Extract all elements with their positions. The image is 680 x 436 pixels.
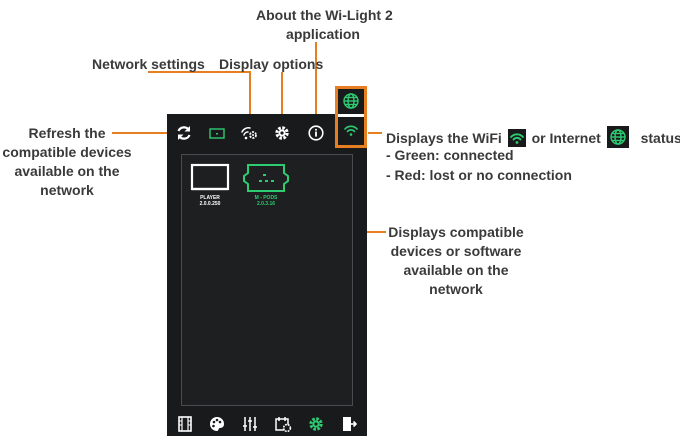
gear-icon[interactable] bbox=[273, 124, 291, 142]
display-icon[interactable] bbox=[208, 124, 226, 142]
globe-icon[interactable] bbox=[341, 91, 361, 111]
display-options-annotation: Display options bbox=[219, 56, 324, 72]
status-indicator-box bbox=[335, 86, 367, 148]
bottom-toolbar bbox=[167, 412, 367, 436]
exit-icon[interactable] bbox=[340, 415, 358, 433]
network-settings-icon[interactable] bbox=[240, 124, 258, 142]
info-icon[interactable] bbox=[307, 124, 325, 142]
about-line-2: application bbox=[286, 26, 360, 42]
status-or: or Internet bbox=[531, 130, 601, 146]
refresh-line-1: Refresh the bbox=[28, 125, 106, 141]
wifi-legend-icon bbox=[507, 129, 526, 147]
about-line-1: About the Wi-Light 2 bbox=[256, 7, 393, 23]
red-legend: - Red: lost or no connection bbox=[386, 167, 572, 183]
monitor-icon bbox=[190, 163, 230, 191]
pods-controller-icon bbox=[243, 164, 289, 192]
device-player[interactable]: PLAYER 2.0.0.250 bbox=[190, 163, 230, 207]
device-m-pods[interactable]: M - PODS 2.0.3.16 bbox=[242, 163, 290, 207]
refresh-annotation: Refresh the compatible devices available… bbox=[0, 124, 134, 200]
gear-icon[interactable] bbox=[307, 415, 325, 433]
status-prefix: Displays the WiFi bbox=[386, 130, 502, 146]
compatible-line-4: network bbox=[429, 281, 483, 297]
status-suffix: status bbox=[640, 130, 680, 146]
calendar-settings-icon[interactable] bbox=[274, 415, 292, 433]
compatible-annotation: Displays compatible devices or software … bbox=[388, 223, 524, 299]
wifi-icon[interactable] bbox=[342, 121, 360, 139]
devices-panel: PLAYER 2.0.0.250 M - PODS 2.0.3.16 bbox=[181, 154, 353, 406]
sliders-icon[interactable] bbox=[241, 415, 259, 433]
globe-legend-icon bbox=[606, 126, 629, 148]
network-settings-annotation: Network settings bbox=[92, 56, 205, 72]
compatible-line-3: available on the bbox=[403, 262, 509, 278]
about-annotation: About the Wi-Light 2 application bbox=[256, 6, 393, 44]
refresh-line-4: network bbox=[40, 182, 94, 198]
device-version: 2.0.0.250 bbox=[199, 201, 221, 207]
compatible-line-2: devices or software bbox=[390, 243, 522, 259]
status-annotation: Displays the WiFi or Internet status bbox=[386, 126, 680, 148]
palette-icon[interactable] bbox=[208, 415, 226, 433]
green-legend: - Green: connected bbox=[386, 147, 514, 163]
device-version: 2.0.3.16 bbox=[256, 201, 276, 207]
compatible-line-1: Displays compatible bbox=[388, 224, 524, 240]
app-screen: PLAYER 2.0.0.250 M - PODS 2.0.3.16 bbox=[167, 114, 367, 436]
refresh-icon[interactable] bbox=[175, 124, 193, 142]
refresh-line-3: available on the bbox=[14, 163, 120, 179]
refresh-line-2: compatible devices bbox=[2, 144, 132, 160]
film-icon[interactable] bbox=[176, 415, 194, 433]
status-separator bbox=[338, 114, 364, 117]
